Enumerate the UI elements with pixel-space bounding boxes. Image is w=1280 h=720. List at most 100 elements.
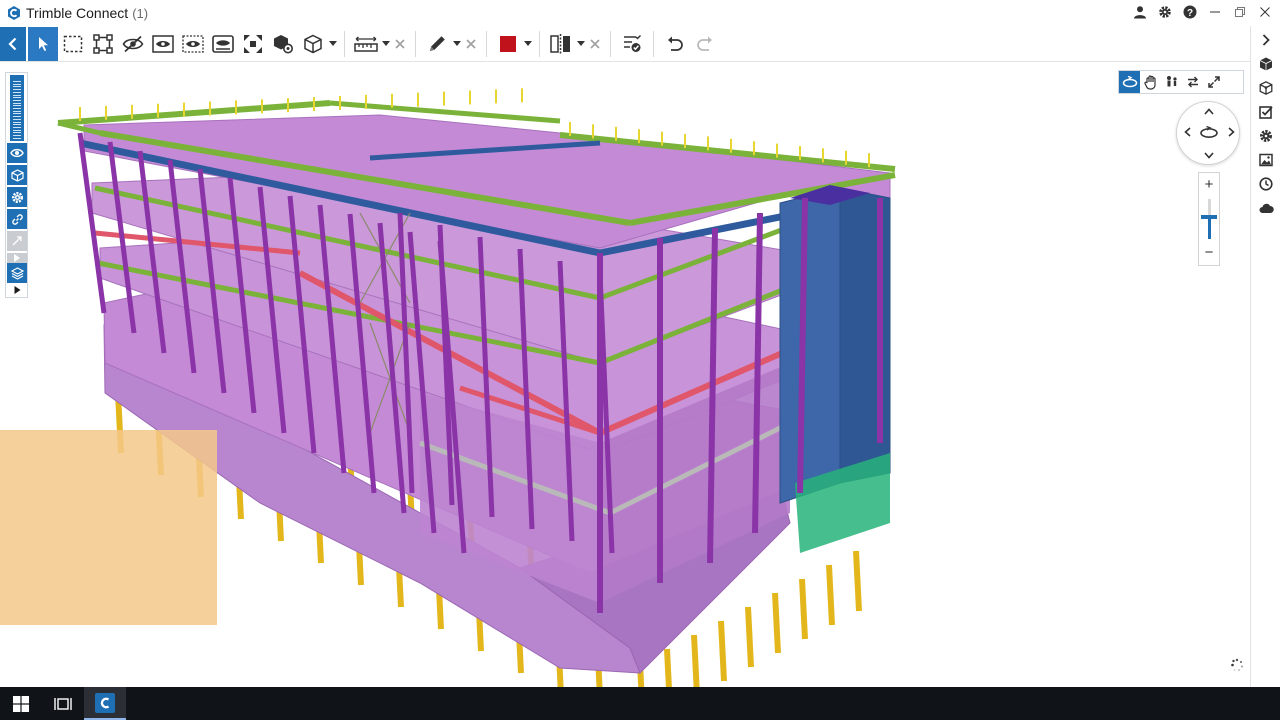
clear-sections-button[interactable] <box>586 27 604 61</box>
markup-dropdown[interactable] <box>452 27 462 61</box>
visibility-button[interactable] <box>7 143 27 163</box>
hide-tool-button[interactable] <box>118 27 148 61</box>
walk-icon <box>1166 76 1177 87</box>
pile[interactable] <box>691 634 700 687</box>
windows-taskbar <box>0 687 1280 720</box>
redo-button[interactable] <box>690 27 720 61</box>
orbit-navigation-wheel[interactable] <box>1176 101 1240 165</box>
pile-cap[interactable] <box>352 513 368 527</box>
fullscreen-mode-button[interactable] <box>1203 71 1224 93</box>
steel-column[interactable] <box>77 132 107 314</box>
image-icon <box>1259 153 1273 167</box>
play-button[interactable] <box>7 253 27 263</box>
pile-cap[interactable] <box>152 403 168 417</box>
minimize-icon[interactable] <box>1206 3 1224 21</box>
pile[interactable] <box>718 620 727 682</box>
pile-cap[interactable] <box>552 623 568 637</box>
title-bar-controls: ? <box>1131 3 1274 21</box>
clear-markups-button[interactable] <box>462 27 480 61</box>
pile[interactable] <box>772 592 781 654</box>
user-icon[interactable] <box>1131 3 1149 21</box>
toolbar-separator <box>653 30 654 57</box>
pile-cap[interactable] <box>272 469 288 483</box>
cloud-button[interactable] <box>1251 196 1280 220</box>
settings-button[interactable] <box>1251 124 1280 148</box>
section-dropdown[interactable] <box>576 27 586 61</box>
ghost-tool-button[interactable] <box>208 27 238 61</box>
lift-core-front[interactable] <box>779 187 841 504</box>
fit-all-tool-button[interactable] <box>238 27 268 61</box>
gear-icon[interactable] <box>1156 3 1174 21</box>
pile-cap[interactable] <box>312 491 328 505</box>
object-settings-tool-button[interactable] <box>268 27 298 61</box>
pile[interactable] <box>853 550 862 612</box>
section-tool-button[interactable] <box>546 27 576 61</box>
fit-selection-tool-button[interactable] <box>88 27 118 61</box>
paint-dropdown[interactable] <box>523 27 533 61</box>
orbit-down-icon[interactable] <box>1202 148 1216 162</box>
clash-tool-button[interactable] <box>617 27 647 61</box>
orbit-mode-button[interactable] <box>1119 71 1140 93</box>
orbit-up-icon[interactable] <box>1202 104 1216 118</box>
trimble-connect-taskbar-button[interactable] <box>84 687 126 720</box>
walk-mode-button[interactable] <box>1161 71 1182 93</box>
pile-cap[interactable] <box>432 557 448 571</box>
pile-cap[interactable] <box>472 579 488 593</box>
pile-cap[interactable] <box>112 381 128 395</box>
clear-measurements-button[interactable] <box>391 27 409 61</box>
view-cube-dropdown[interactable] <box>328 27 338 61</box>
pile-cap[interactable] <box>592 645 608 659</box>
objects-button[interactable] <box>1251 76 1280 100</box>
orbit-center-icon[interactable] <box>1198 125 1220 141</box>
show-all-tool-button[interactable] <box>178 27 208 61</box>
history-button[interactable] <box>1251 172 1280 196</box>
pile[interactable] <box>664 648 672 687</box>
isolate-tool-button[interactable] <box>148 27 178 61</box>
laser-button[interactable] <box>7 231 27 251</box>
task-view-button[interactable] <box>42 687 84 720</box>
select-tool-button[interactable] <box>28 26 58 61</box>
restore-icon[interactable] <box>1231 3 1249 21</box>
settings-button[interactable] <box>7 187 27 207</box>
help-icon[interactable]: ? <box>1181 3 1199 21</box>
lift-core[interactable] <box>779 185 891 553</box>
todo-button[interactable] <box>1251 100 1280 124</box>
clip-depth-slider[interactable] <box>10 75 24 141</box>
orbit-left-icon[interactable] <box>1180 126 1194 140</box>
expand-panel-button[interactable] <box>1251 28 1280 52</box>
section-box-highlight[interactable] <box>0 430 217 625</box>
measure-tool-button[interactable] <box>351 27 381 61</box>
link-button[interactable] <box>7 209 27 229</box>
orbit-right-icon[interactable] <box>1224 126 1238 140</box>
pile[interactable] <box>826 564 835 626</box>
building-model-render[interactable] <box>0 63 1250 687</box>
undo-button[interactable] <box>660 27 690 61</box>
pile[interactable] <box>799 578 808 640</box>
close-icon[interactable] <box>1256 3 1274 21</box>
markup-tool-button[interactable] <box>422 27 452 61</box>
pile[interactable] <box>745 606 754 668</box>
model-tree-button[interactable] <box>1251 52 1280 76</box>
box-select-tool-button[interactable] <box>58 27 88 61</box>
pile-cap[interactable] <box>392 535 408 549</box>
pile-cap[interactable] <box>232 447 248 461</box>
back-button[interactable] <box>0 26 26 61</box>
zoom-out-button[interactable]: − <box>1199 243 1219 263</box>
views-button[interactable] <box>1251 148 1280 172</box>
object-button[interactable] <box>7 165 27 185</box>
zoom-slider-thumb[interactable] <box>1201 215 1217 219</box>
zoom-in-button[interactable]: + <box>1199 175 1219 195</box>
expand-strip-button[interactable] <box>7 283 27 297</box>
layers-button[interactable] <box>7 263 27 283</box>
swap-mode-button[interactable] <box>1182 71 1203 93</box>
measure-dropdown[interactable] <box>381 27 391 61</box>
slider-tick <box>13 97 21 99</box>
model-viewport[interactable] <box>0 63 1250 687</box>
windows-start-button[interactable] <box>0 687 42 720</box>
view-cube-tool-button[interactable] <box>298 27 328 61</box>
pencil-icon <box>430 35 445 51</box>
paint-color-button[interactable] <box>493 27 523 61</box>
checkbox-icon <box>1259 106 1273 119</box>
pile-cap[interactable] <box>512 601 528 615</box>
pan-mode-button[interactable] <box>1140 71 1161 93</box>
